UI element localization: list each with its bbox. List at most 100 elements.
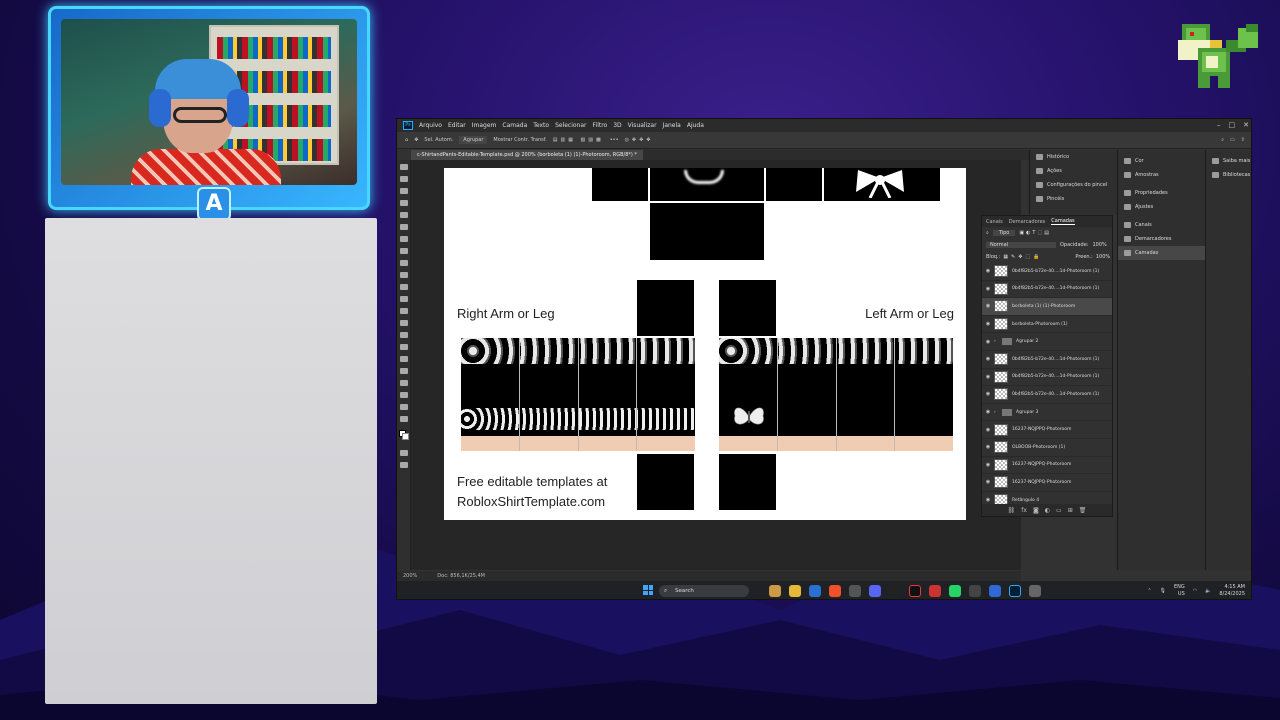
app-icon[interactable] — [849, 585, 861, 597]
panel-bibliotecas[interactable]: Bibliotecas — [1206, 168, 1251, 182]
tab-camadas[interactable]: Camadas — [1051, 218, 1075, 225]
panel-propriedades[interactable]: Propriedades — [1118, 186, 1205, 200]
kind-filter[interactable]: Tipo — [992, 230, 1016, 236]
menu-imagem[interactable]: Imagem — [472, 122, 497, 129]
trash-icon[interactable]: 🗑 — [1079, 507, 1087, 514]
brave-icon[interactable] — [829, 585, 841, 597]
layer-row[interactable]: ◉ 0b4f82b5-b72e-40....1d-Photoroom (1) — [982, 263, 1112, 281]
tab-canais[interactable]: Canais — [986, 219, 1003, 225]
wifi-icon[interactable]: ◠ — [1193, 588, 1197, 594]
eye-icon[interactable]: ◉ — [982, 479, 994, 485]
opacity-value[interactable]: 100% — [1092, 242, 1106, 248]
layer-group-row[interactable]: ◉ › Agrupar 2 — [982, 333, 1112, 351]
app-icon[interactable] — [929, 585, 941, 597]
layer-row[interactable]: ◉ 0b4f82b5-b72e-40....1d-Photoroom (1) — [982, 351, 1112, 369]
chevron-up-icon[interactable]: ⌃ — [1147, 588, 1151, 594]
whatsapp-icon[interactable] — [949, 585, 961, 597]
document-canvas[interactable]: Right Arm or Leg Left Arm or Leg Free ed… — [444, 168, 966, 520]
discord-icon[interactable] — [869, 585, 881, 597]
crop-tool-icon[interactable] — [400, 212, 408, 218]
layer-row[interactable]: ◉ borboleta-Photoroom (1) — [982, 316, 1112, 334]
menu-camada[interactable]: Camada — [502, 122, 527, 129]
mask-icon[interactable]: ◙ — [1033, 507, 1039, 514]
frame-tool-icon[interactable] — [400, 224, 408, 230]
layer-row[interactable]: ◉ 16237-NQJPPQ-Photoroom — [982, 457, 1112, 475]
type-tool-icon[interactable] — [400, 356, 408, 362]
share-icon[interactable]: ⇪ — [1241, 137, 1245, 143]
eye-icon[interactable]: ◉ — [982, 268, 994, 274]
blend-mode-select[interactable]: Normal — [986, 242, 1056, 248]
more-options-icon[interactable]: ••• — [610, 137, 619, 143]
auto-select-dropdown[interactable]: Agrupar — [459, 136, 488, 144]
file-explorer-icon[interactable] — [789, 585, 801, 597]
menu-arquivo[interactable]: Arquivo — [419, 122, 442, 129]
zoom-tool-icon[interactable] — [400, 404, 408, 410]
app-icon[interactable] — [769, 585, 781, 597]
app-icon[interactable] — [989, 585, 1001, 597]
layer-row[interactable]: ◉ 16237-NQJPPQ-Photoroom — [982, 421, 1112, 439]
shape-tool-icon[interactable] — [400, 380, 408, 386]
path-select-icon[interactable] — [400, 368, 408, 374]
menu-selecionar[interactable]: Selecionar — [555, 122, 586, 129]
workspace-icon[interactable]: ▭ — [1230, 137, 1235, 143]
panel-acoes[interactable]: Ações — [1030, 164, 1117, 178]
menu-janela[interactable]: Janela — [663, 122, 681, 129]
auto-select-checkbox[interactable]: Sel. Autom. — [424, 137, 453, 143]
app-icon[interactable] — [969, 585, 981, 597]
panel-camadas[interactable]: Camadas — [1118, 246, 1205, 260]
home-icon[interactable]: ⌂ — [405, 137, 408, 143]
eye-icon[interactable]: ◉ — [982, 303, 994, 309]
hand-tool-icon[interactable] — [400, 392, 408, 398]
mic-icon[interactable]: 🎙 — [1160, 588, 1166, 594]
layer-row[interactable]: ◉ 0b4f82b5-b72e-40....1d-Photoroom (1) — [982, 281, 1112, 299]
panel-historico[interactable]: Histórico — [1030, 150, 1117, 164]
panel-amostras[interactable]: Amostras — [1118, 168, 1205, 182]
align-icons[interactable]: ▤▥▦ ▧▨▩ — [553, 137, 604, 143]
eye-icon[interactable]: ◉ — [982, 497, 994, 503]
search-icon[interactable]: ⌕ — [1221, 137, 1224, 143]
obs-icon[interactable] — [889, 585, 901, 597]
screen-mode-icon[interactable] — [400, 462, 408, 468]
quick-mask-icon[interactable] — [400, 450, 408, 456]
taskbar-search[interactable]: ⌕ Search — [659, 585, 749, 597]
eye-icon[interactable]: ◉ — [982, 444, 994, 450]
menu-editar[interactable]: Editar — [448, 122, 466, 129]
magic-wand-icon[interactable] — [400, 200, 408, 206]
panel-saiba-mais[interactable]: Saiba mais — [1206, 154, 1251, 168]
stamp-tool-icon[interactable] — [400, 272, 408, 278]
layer-row[interactable]: ◉ 0b4f82b5-b72e-40....1d-Photoroom (1) — [982, 369, 1112, 387]
eye-icon[interactable]: ◉ — [982, 321, 994, 327]
eye-icon[interactable]: ◉ — [982, 374, 994, 380]
layer-row[interactable]: ◉ 16237-NQJPPQ-Photoroom — [982, 474, 1112, 492]
show-transform-checkbox[interactable]: Mostrar Contr. Transf. — [493, 137, 546, 143]
language-indicator[interactable]: ENG US — [1174, 584, 1185, 598]
windows-start-icon[interactable] — [643, 585, 653, 595]
menu-3d[interactable]: 3D — [613, 122, 621, 129]
panel-pinceis[interactable]: Pincéis — [1030, 192, 1117, 206]
pen-tool-icon[interactable] — [400, 344, 408, 350]
panel-config-pincel[interactable]: Configurações do pincel — [1030, 178, 1117, 192]
eye-icon[interactable]: ◉ — [982, 427, 994, 433]
panel-ajustes[interactable]: Ajustes — [1118, 200, 1205, 214]
maximize-icon[interactable]: □ — [1229, 121, 1236, 129]
eye-icon[interactable]: ◉ — [982, 391, 994, 397]
filter-icons[interactable]: ▣◐T⬚▤ — [1019, 230, 1051, 236]
background-color-swatch[interactable] — [402, 433, 409, 440]
menu-texto[interactable]: Texto — [533, 122, 549, 129]
photoshop-taskbar-icon[interactable] — [1009, 585, 1021, 597]
folder-icon[interactable]: ▭ — [1056, 507, 1062, 514]
speaker-icon[interactable]: 🔈 — [1205, 588, 1211, 594]
fill-value[interactable]: 100% — [1096, 254, 1110, 260]
eye-icon[interactable]: ◉ — [982, 286, 994, 292]
new-layer-icon[interactable]: ⊞ — [1068, 507, 1073, 514]
panel-cor[interactable]: Cor — [1118, 154, 1205, 168]
dodge-tool-icon[interactable] — [400, 332, 408, 338]
clock[interactable]: 4:15 AM 8/24/2025 — [1219, 584, 1245, 598]
menu-filtro[interactable]: Filtro — [593, 122, 608, 129]
app-icon[interactable] — [1029, 585, 1041, 597]
minimize-icon[interactable]: – — [1217, 121, 1221, 129]
panel-canais[interactable]: Canais — [1118, 218, 1205, 232]
eraser-tool-icon[interactable] — [400, 296, 408, 302]
zoom-level[interactable]: 200% — [403, 573, 417, 579]
gradient-tool-icon[interactable] — [400, 308, 408, 314]
